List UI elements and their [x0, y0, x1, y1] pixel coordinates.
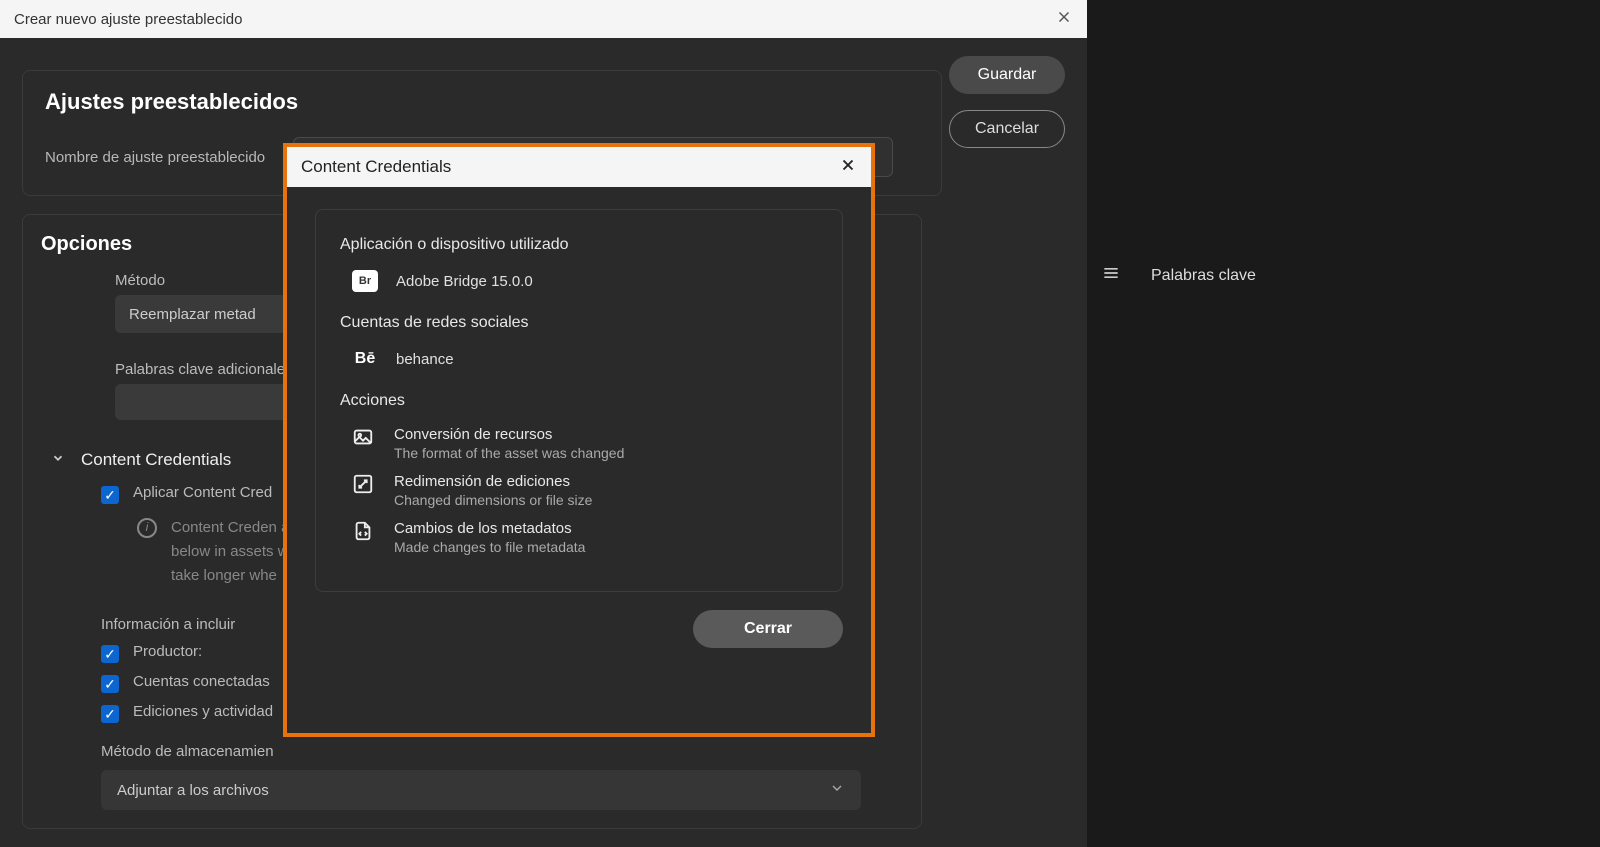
edits-activity-label: Ediciones y actividad	[133, 703, 273, 720]
behance-icon: Bē	[352, 348, 378, 370]
storage-method-label: Método de almacenamien	[101, 743, 899, 760]
action-title: Cambios de los metadatos	[394, 520, 585, 537]
chevron-down-icon	[829, 780, 845, 800]
content-credentials-modal: Content Credentials Aplicación o disposi…	[283, 143, 875, 737]
credentials-card: Aplicación o dispositivo utilizado Br Ad…	[315, 209, 843, 592]
action-resize: Redimensión de ediciones Changed dimensi…	[352, 473, 818, 508]
storage-method-value: Adjuntar a los archivos	[117, 782, 269, 799]
resize-icon	[352, 473, 376, 497]
file-code-icon	[352, 520, 376, 544]
checkbox-checked-icon: ✓	[101, 486, 119, 504]
producer-label: Productor:	[133, 643, 202, 660]
save-button[interactable]: Guardar	[949, 56, 1065, 94]
preset-name-label: Nombre de ajuste preestablecido	[45, 149, 265, 166]
method-value: Reemplazar metad	[129, 306, 256, 323]
app-used-heading: Aplicación o dispositivo utilizado	[340, 236, 818, 254]
info-icon: i	[137, 518, 157, 538]
app-item: Br Adobe Bridge 15.0.0	[352, 270, 818, 292]
action-metadata: Cambios de los metadatos Made changes to…	[352, 520, 818, 555]
menu-icon[interactable]	[1101, 263, 1121, 288]
checkbox-checked-icon: ✓	[101, 675, 119, 693]
apply-cc-label: Aplicar Content Cred	[133, 484, 272, 501]
cancel-button[interactable]: Cancelar	[949, 110, 1065, 148]
content-credentials-title: Content Credentials	[81, 450, 231, 470]
chevron-down-icon	[51, 451, 65, 470]
social-accounts-heading: Cuentas de redes sociales	[340, 314, 818, 332]
action-title: Conversión de recursos	[394, 426, 624, 443]
action-conversion: Conversión de recursos The format of the…	[352, 426, 818, 461]
dialog-titlebar: Crear nuevo ajuste preestablecido	[0, 0, 1087, 38]
keywords-panel-header: Palabras clave	[1087, 263, 1256, 288]
close-button[interactable]: Cerrar	[693, 610, 843, 648]
checkbox-checked-icon: ✓	[101, 645, 119, 663]
bridge-app-icon: Br	[352, 270, 378, 292]
app-name: Adobe Bridge 15.0.0	[396, 273, 533, 290]
modal-titlebar: Content Credentials	[287, 147, 871, 187]
storage-method-select[interactable]: Adjuntar a los archivos	[101, 770, 861, 810]
actions-heading: Acciones	[340, 392, 818, 410]
action-subtitle: Changed dimensions or file size	[394, 492, 592, 508]
social-name: behance	[396, 351, 454, 368]
checkbox-checked-icon: ✓	[101, 705, 119, 723]
keywords-panel-title: Palabras clave	[1151, 267, 1256, 285]
dialog-title: Crear nuevo ajuste preestablecido	[14, 11, 242, 28]
preset-section-title: Ajustes preestablecidos	[45, 89, 919, 115]
action-title: Redimensión de ediciones	[394, 473, 592, 490]
social-item: Bē behance	[352, 348, 818, 370]
connected-accounts-label: Cuentas conectadas	[133, 673, 270, 690]
modal-title: Content Credentials	[301, 157, 451, 177]
close-icon[interactable]	[1055, 8, 1073, 30]
action-subtitle: Made changes to file metadata	[394, 539, 585, 555]
image-icon	[352, 426, 376, 450]
action-subtitle: The format of the asset was changed	[394, 445, 624, 461]
close-icon[interactable]	[839, 154, 857, 180]
modal-body: Aplicación o dispositivo utilizado Br Ad…	[287, 187, 871, 670]
